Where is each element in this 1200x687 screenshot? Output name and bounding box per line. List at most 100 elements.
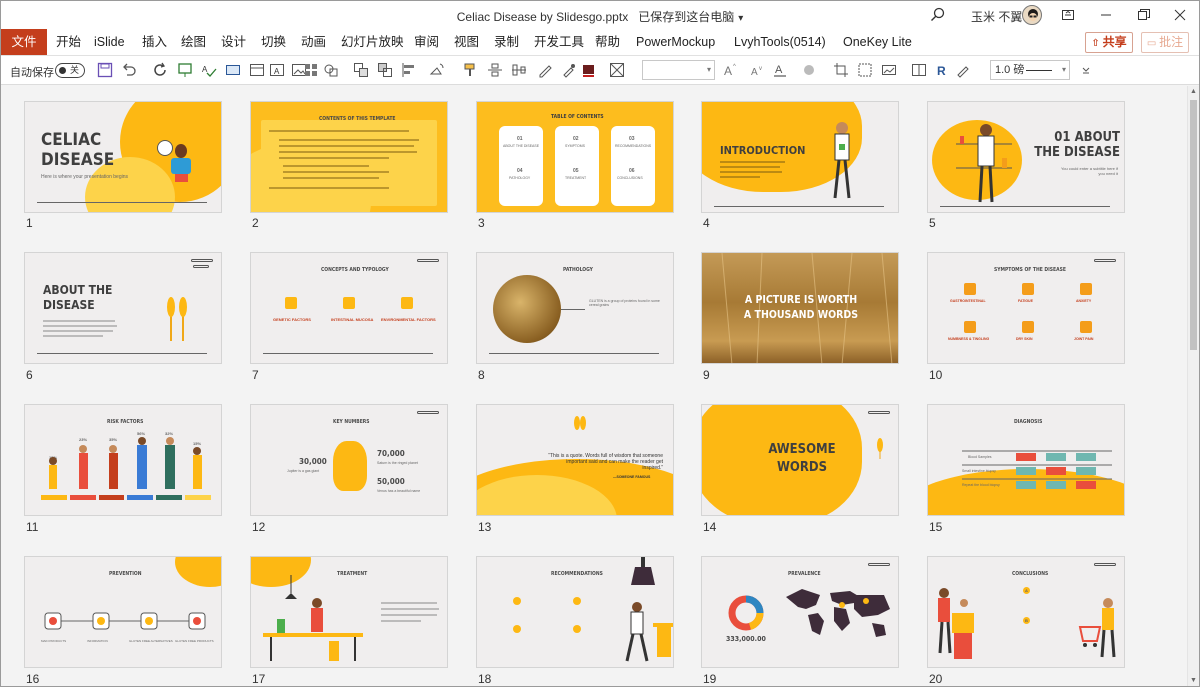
slide-thumbnail[interactable]: “This is a quote. Words full of wisdom t…: [476, 404, 674, 516]
save-status[interactable]: 已保存到这台电脑: [638, 10, 734, 24]
font-grow-icon[interactable]: A ^: [723, 62, 739, 78]
bold-r-icon[interactable]: R: [935, 62, 951, 78]
line-weight-combo[interactable]: 1.0 磅 ▾: [990, 60, 1070, 80]
crop-icon[interactable]: [833, 62, 849, 78]
font-combo[interactable]: ▾: [642, 60, 715, 80]
group-icon[interactable]: [353, 62, 369, 78]
tab-help[interactable]: 帮助: [595, 29, 620, 55]
crop-to-shape-icon[interactable]: [857, 62, 873, 78]
shape-effects-icon[interactable]: [801, 62, 817, 78]
slide-thumbnail[interactable]: CONCEPTS AND TYPOLOGY GENETIC FACTORS IN…: [250, 252, 448, 364]
slide-thumbnail[interactable]: CONCLUSIONS A B: [927, 556, 1125, 668]
tab-insert[interactable]: 插入: [142, 29, 167, 55]
tab-review[interactable]: 审阅: [414, 29, 439, 55]
slide-thumbnail[interactable]: RISK FACTORS 15% 23% 35% 56% 32% 15%: [24, 404, 222, 516]
slide-thumbnail[interactable]: PREVALENCE 333,000.00: [701, 556, 899, 668]
customize-toolbar-icon[interactable]: [1078, 62, 1094, 78]
user-name[interactable]: 玉米 不翼: [971, 8, 1022, 25]
tab-transitions[interactable]: 切换: [261, 29, 286, 55]
align-middle-icon[interactable]: [511, 62, 527, 78]
picture-format-icon[interactable]: [881, 62, 897, 78]
tab-design[interactable]: 设计: [221, 29, 246, 55]
rotate-icon[interactable]: [429, 62, 445, 78]
autosave-toggle[interactable]: 关: [55, 63, 85, 78]
toc-label: TREATMENT: [565, 176, 587, 180]
symptom-icon: [964, 283, 976, 295]
slide-thumbnail[interactable]: INTRODUCTION: [701, 101, 899, 213]
conclusion-label: B: [1025, 618, 1028, 623]
slide-thumbnail[interactable]: CONTENTS OF THIS TEMPLATE: [250, 101, 448, 213]
distribute-icon[interactable]: [487, 62, 503, 78]
redo-icon[interactable]: [153, 62, 169, 78]
slide-thumbnail[interactable]: A PICTURE IS WORTH A THOUSAND WORDS: [701, 252, 899, 364]
bring-forward-icon[interactable]: [377, 62, 393, 78]
comment-button[interactable]: ▭ 批注: [1141, 32, 1189, 53]
bullet-icon: [513, 625, 521, 633]
slide-title: AWESOME WORDS: [768, 442, 836, 475]
svg-text:^: ^: [733, 64, 736, 70]
align-icon[interactable]: [401, 62, 417, 78]
slide-thumbnail[interactable]: CELIAC DISEASE Here is where your presen…: [24, 101, 222, 213]
spelling-icon[interactable]: A: [201, 62, 217, 78]
child-shorts: [175, 174, 188, 182]
slide-thumbnail[interactable]: DIAGNOSIS Blood Samples Small intestine …: [927, 404, 1125, 516]
grid-icon[interactable]: [303, 62, 319, 78]
slide-title: 01 ABOUT THE DISEASE: [1034, 130, 1120, 160]
share-button[interactable]: ⇧ 共享: [1085, 32, 1133, 53]
slide-number: 18: [478, 672, 492, 686]
textbox-icon[interactable]: A: [269, 62, 285, 78]
tab-powermockup[interactable]: PowerMockup: [636, 29, 715, 55]
tab-slideshow[interactable]: 幻灯片放映: [341, 29, 404, 55]
scroll-up-icon[interactable]: ▲: [1190, 88, 1197, 95]
slide-title: CONTENTS OF THIS TEMPLATE: [319, 116, 396, 122]
undo-icon[interactable]: [121, 62, 137, 78]
outline-icon[interactable]: [609, 62, 625, 78]
save-icon[interactable]: [97, 62, 113, 78]
avatar[interactable]: [1022, 5, 1042, 25]
font-color-icon[interactable]: A: [773, 62, 789, 78]
slide-thumbnail[interactable]: TABLE OF CONTENTS 01 02 03 04 05 06 ABOU…: [476, 101, 674, 213]
slide-thumbnail[interactable]: PATHOLOGY GLUTEN is a group of proteins …: [476, 252, 674, 364]
vertical-scrollbar[interactable]: ▲ ▼: [1187, 86, 1199, 686]
slide-thumbnail[interactable]: PREVENTION MAIN PRODUCTS INFORMATION GLU…: [24, 556, 222, 668]
world-map: [786, 589, 890, 637]
ribbon-display-options-icon[interactable]: [1049, 1, 1087, 29]
tab-view[interactable]: 视图: [454, 29, 479, 55]
tab-file[interactable]: 文件: [1, 29, 47, 55]
minimize-button[interactable]: [1087, 1, 1125, 29]
tab-onekey-lite[interactable]: OneKey Lite: [843, 29, 912, 55]
slide-thumbnail[interactable]: TREATMENT: [250, 556, 448, 668]
restore-button[interactable]: [1125, 1, 1163, 29]
cook-illustration: [625, 557, 673, 662]
pen-icon[interactable]: [537, 62, 553, 78]
slide-thumbnail[interactable]: ABOUT THE DISEASE: [24, 252, 222, 364]
format-icon[interactable]: [955, 62, 971, 78]
fill-color-icon[interactable]: [581, 62, 597, 78]
eyedropper-icon[interactable]: [561, 62, 577, 78]
tab-draw[interactable]: 绘图: [181, 29, 206, 55]
format-painter-icon[interactable]: [463, 62, 479, 78]
tab-animations[interactable]: 动画: [301, 29, 326, 55]
tab-lvyhtools[interactable]: LvyhTools(0514): [734, 29, 826, 55]
slide-thumbnail[interactable]: RECOMMENDATIONS: [476, 556, 674, 668]
slide-thumbnail[interactable]: 01 ABOUT THE DISEASE You could enter a s…: [927, 101, 1125, 213]
tab-record[interactable]: 录制: [494, 29, 519, 55]
close-button[interactable]: [1161, 1, 1199, 29]
slide-thumbnail[interactable]: KEY NUMBERS 30,000 70,000 50,000 Jupiter…: [250, 404, 448, 516]
selection-pane-icon[interactable]: [911, 62, 927, 78]
shapes-icon[interactable]: [323, 62, 339, 78]
divider: [37, 353, 207, 354]
start-slideshow-icon[interactable]: [177, 62, 193, 78]
tab-developer[interactable]: 开发工具: [534, 29, 584, 55]
font-shrink-icon[interactable]: Av: [749, 62, 765, 78]
search-icon[interactable]: [929, 7, 947, 23]
scroll-down-icon[interactable]: ▼: [1190, 677, 1197, 684]
tab-home[interactable]: 开始: [56, 29, 81, 55]
slide-thumbnail[interactable]: SYMPTOMS OF THE DISEASE GASTROINTESTINAL…: [927, 252, 1125, 364]
new-slide-icon[interactable]: [225, 62, 241, 78]
slide-thumbnail[interactable]: AWESOME WORDS: [701, 404, 899, 516]
layout-icon[interactable]: [249, 62, 265, 78]
scrollbar-thumb[interactable]: [1190, 100, 1197, 350]
tab-islide[interactable]: iSlide: [94, 29, 125, 55]
chevron-down-icon[interactable]: ▾: [738, 13, 743, 24]
